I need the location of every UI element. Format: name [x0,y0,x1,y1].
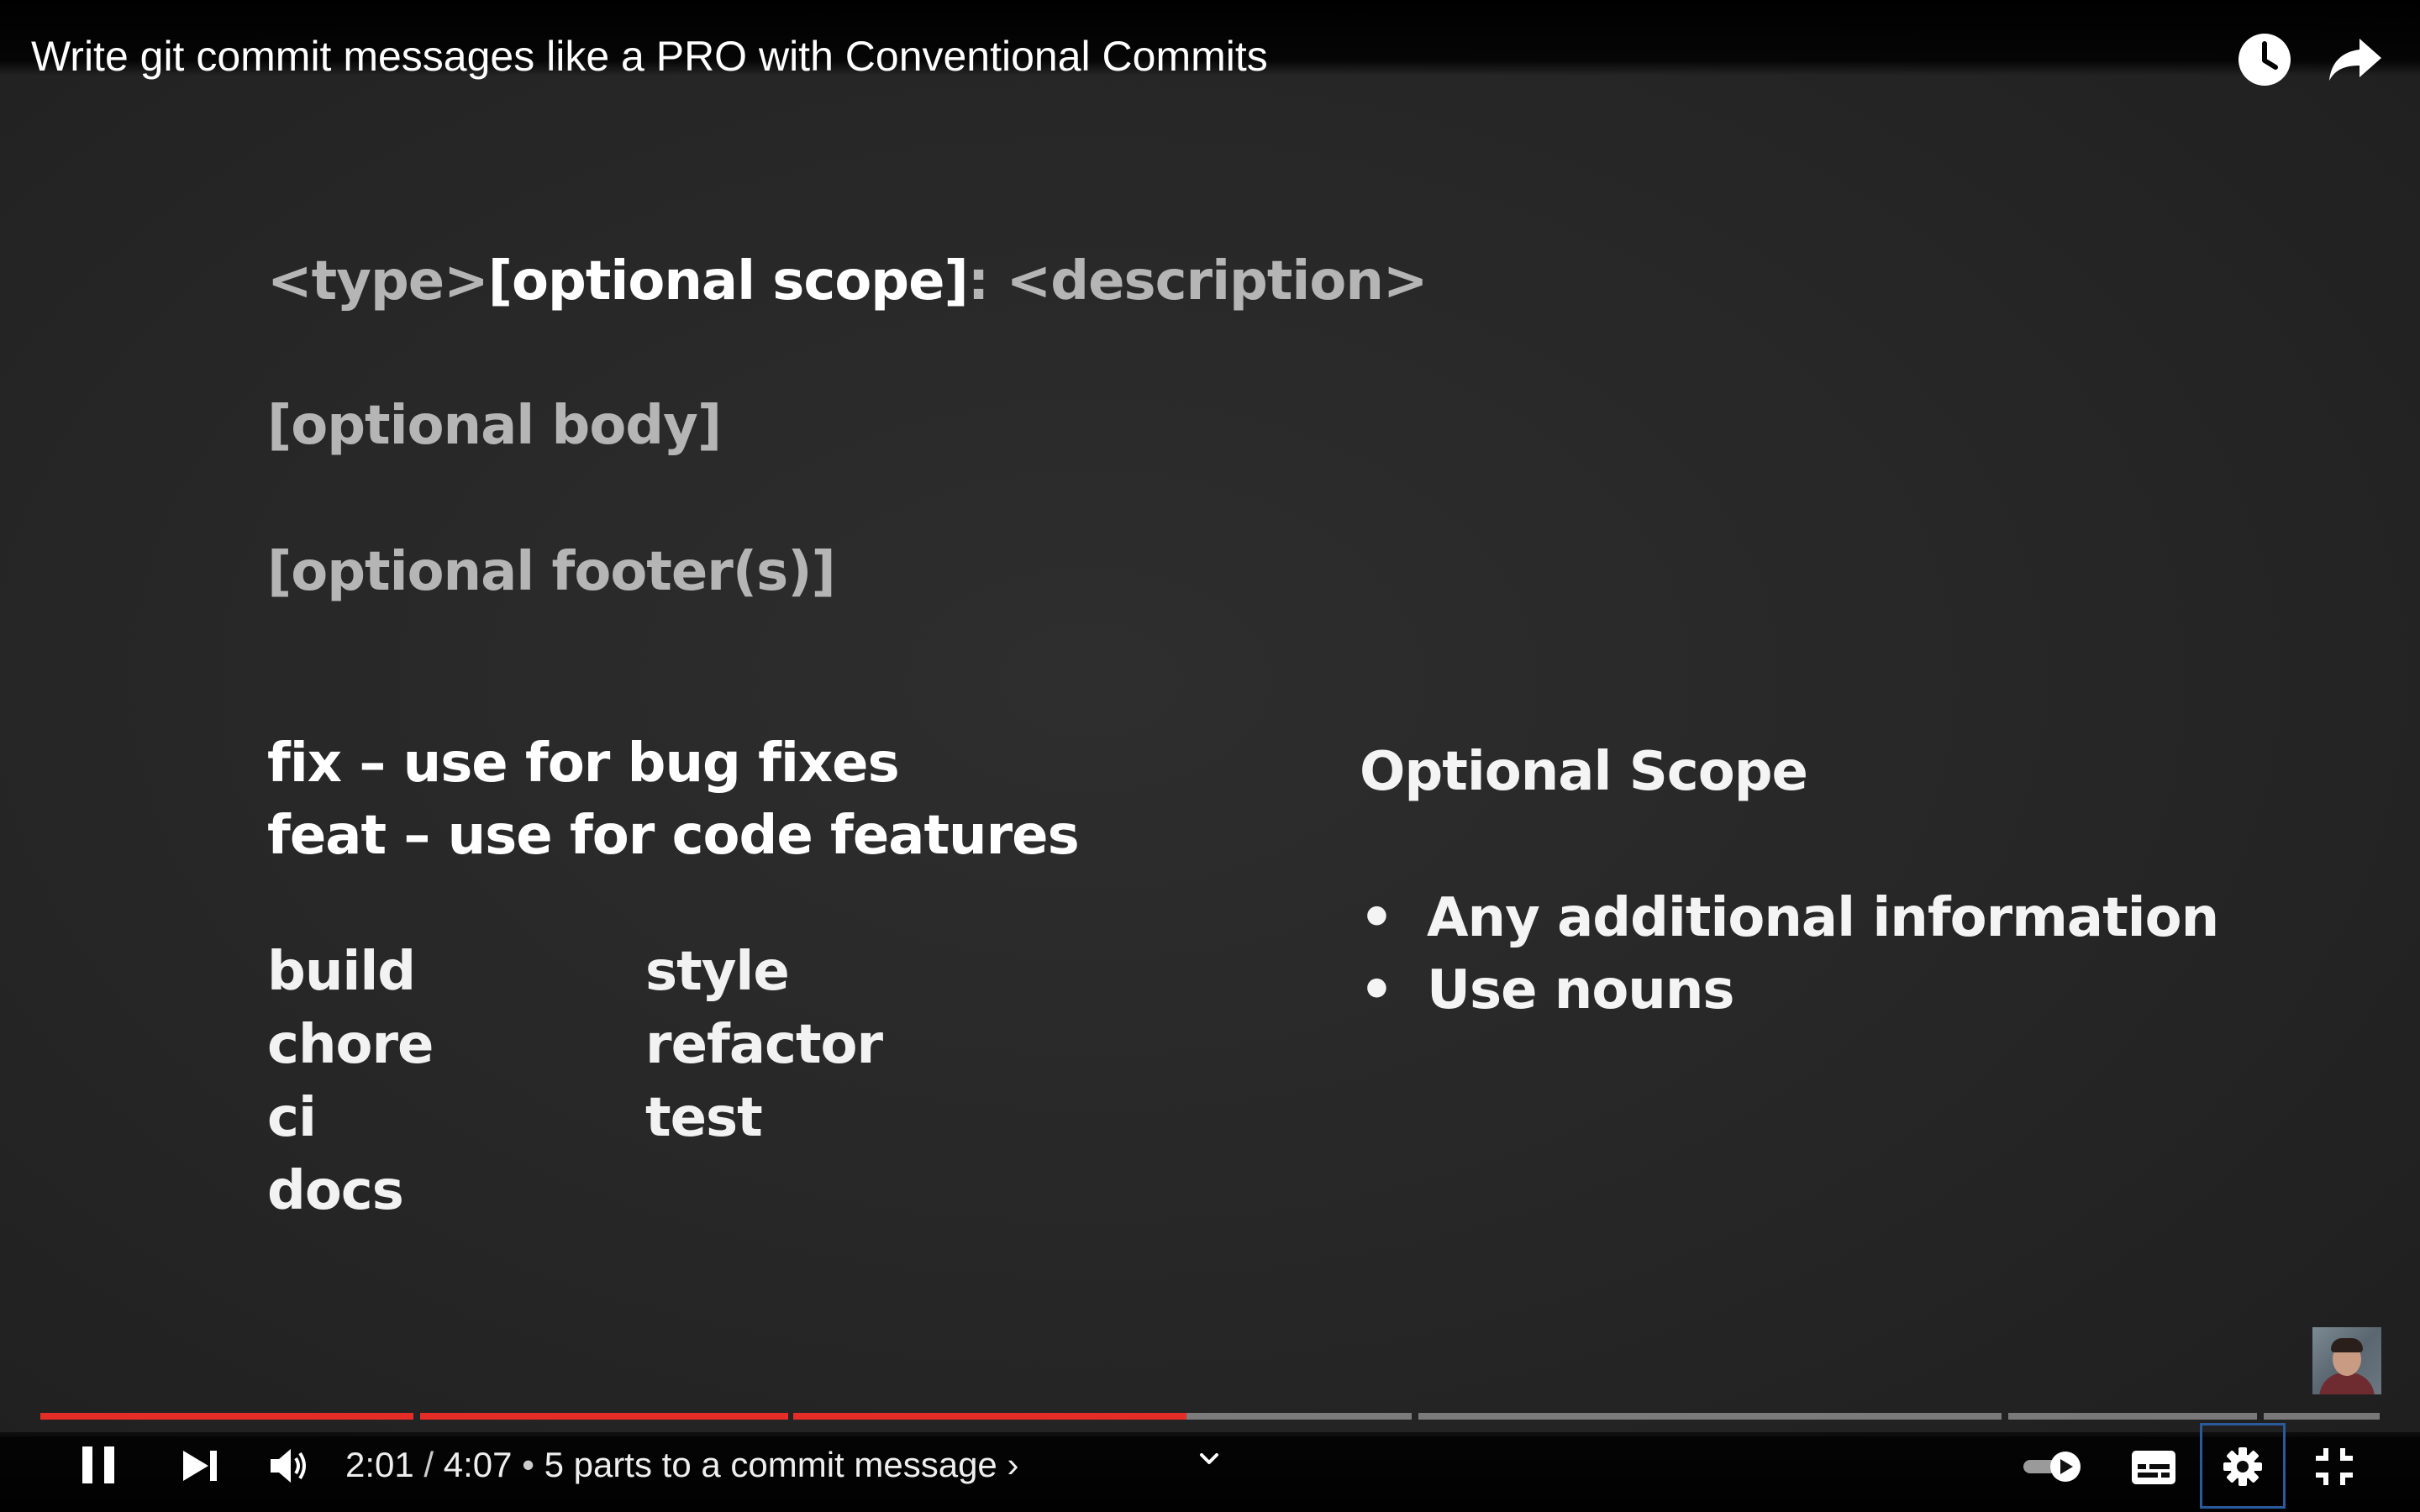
progress-played-fill [420,1413,788,1420]
next-icon[interactable] [182,1449,220,1483]
progress-played-fill [793,1413,1187,1420]
time-separator: / [424,1445,434,1484]
current-time: 2:01 [345,1445,414,1484]
progress-chapter-segment[interactable] [40,1413,413,1420]
type-item: build [267,941,416,1003]
slide-header-colon: : [967,250,990,312]
type-item: style [645,941,790,1003]
slide-body-line: [optional body] [267,395,722,457]
bullet-dot: • [1360,887,1394,949]
type-item: chore [267,1014,434,1076]
progress-chapter-segment[interactable] [1418,1413,2002,1420]
scope-title: Optional Scope [1360,741,1808,803]
progress-bar[interactable] [40,1413,2380,1420]
progress-played-fill [40,1413,413,1420]
duration: 4:07 [443,1445,513,1484]
time-display: 2:01 / 4:07 • 5 parts to a commit messag… [345,1445,1018,1485]
share-icon[interactable] [2328,32,2383,87]
dot-separator: • [522,1445,534,1484]
type-item: test [645,1087,763,1149]
video-title[interactable]: Write git commit messages like a PRO wit… [31,32,1268,81]
pause-icon[interactable] [79,1445,119,1485]
subtitles-icon[interactable] [2131,1450,2176,1485]
progress-chapter-segment[interactable] [420,1413,788,1420]
presenter-thumbnail [2312,1327,2381,1394]
slide-header-line: <type>[optional scope]: <description> [267,250,1428,312]
progress-chapter-segment[interactable] [2008,1413,2257,1420]
settings-icon[interactable] [2223,1446,2263,1487]
progress-chapter-segment[interactable] [793,1413,1412,1420]
autoplay-toggle-icon[interactable] [2022,1450,2082,1483]
chevron-down-icon[interactable] [1198,1448,1220,1470]
type-item: refactor [645,1014,883,1076]
slide-feat-line: feat – use for code features [267,805,1080,867]
video-frame[interactable]: <type>[optional scope]: <description> [o… [0,0,2420,1512]
scope-bullet: • Use nouns [1360,959,1734,1021]
scope-bullet-text: Any additional information [1427,887,2219,949]
type-item: docs [267,1160,404,1222]
progress-chapter-segment[interactable] [2264,1413,2380,1420]
scope-bullet-text: Use nouns [1427,959,1734,1021]
type-item: ci [267,1087,317,1149]
slide-header-description: <description> [1006,250,1428,312]
volume-icon[interactable] [269,1446,311,1485]
slide-fix-line: fix – use for bug fixes [267,732,900,795]
slide-header-scope: [optional scope] [487,250,969,312]
bullet-dot: • [1360,959,1394,1021]
watch-later-icon[interactable] [2237,32,2292,87]
chapter-arrow[interactable]: › [1007,1445,1018,1484]
chapter-title[interactable]: 5 parts to a commit message [544,1445,997,1484]
slide-header-type: <type> [267,250,489,312]
exit-fullscreen-icon[interactable] [2314,1446,2354,1487]
thumbnail-hair [2331,1338,2363,1352]
scope-bullet: • Any additional information [1360,887,2219,949]
top-bar: Write git commit messages like a PRO wit… [0,0,2420,86]
slide-footer-line: [optional footer(s)] [267,541,836,603]
